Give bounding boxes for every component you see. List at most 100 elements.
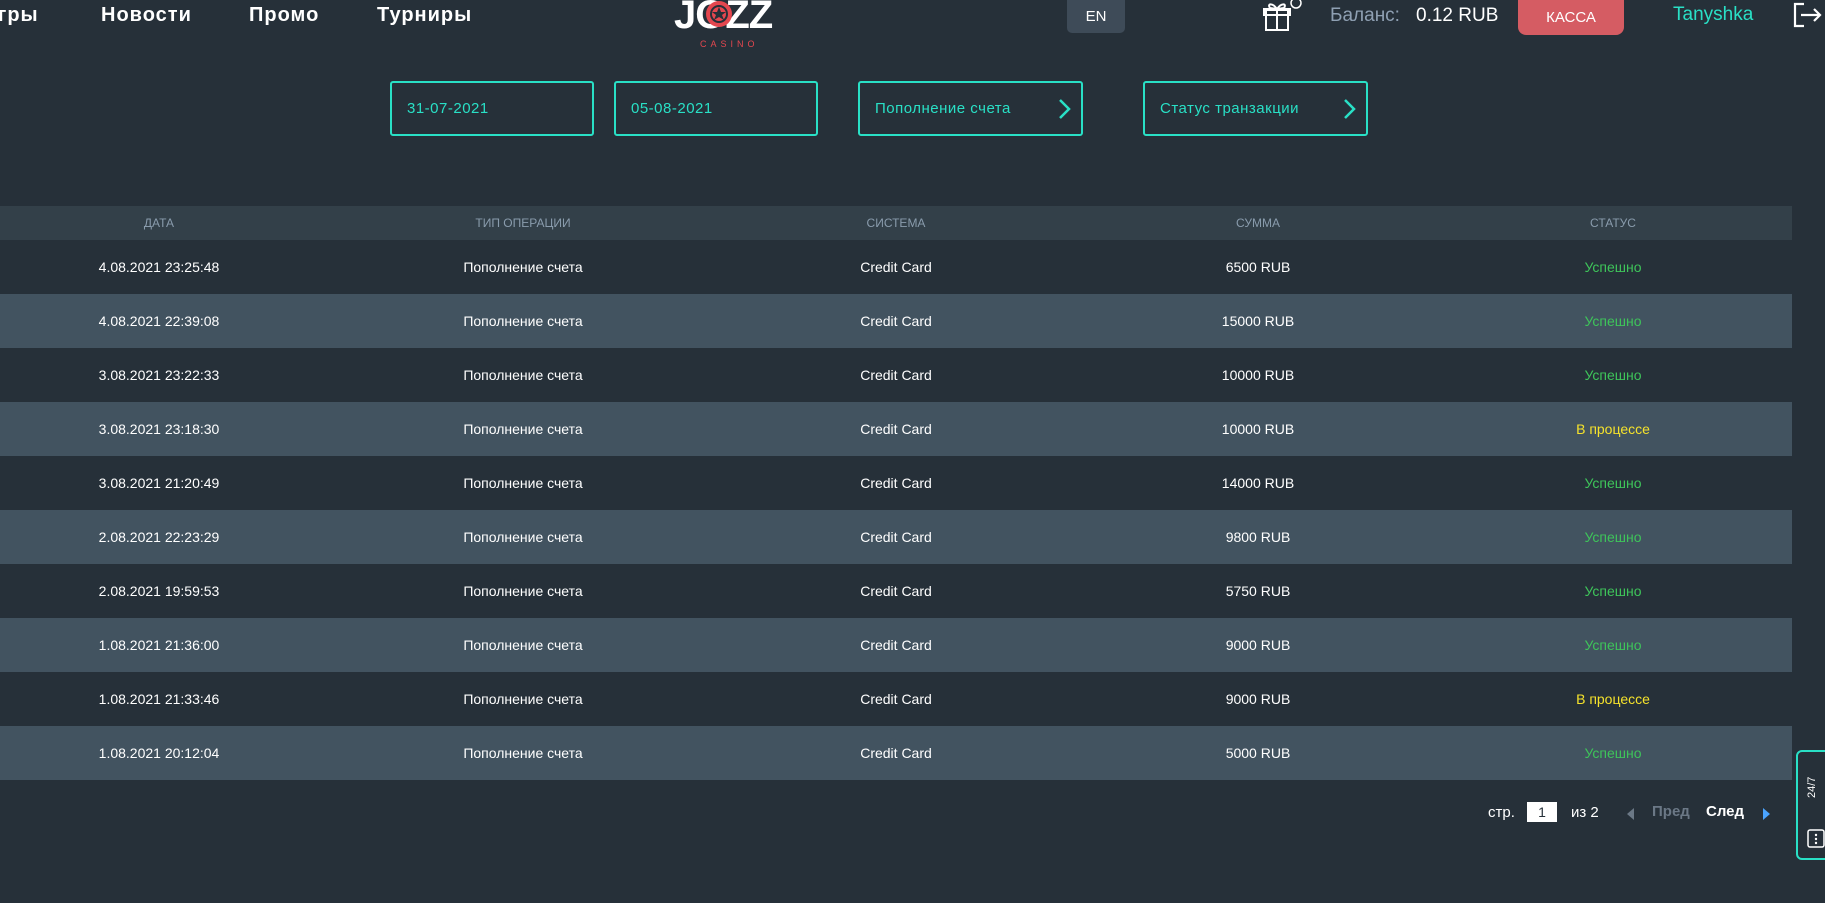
chevron-right-icon [1059, 99, 1071, 119]
table-header: ДАТА ТИП ОПЕРАЦИИ СИСТЕМА СУММА СТАТУС [0, 206, 1792, 240]
cell-status: Успешно [1584, 475, 1642, 491]
cell-date: 3.08.2021 23:22:33 [98, 367, 220, 383]
operation-type-select[interactable]: Пополнение счета [858, 81, 1083, 136]
cell-system: Credit Card [860, 583, 932, 599]
cell-type: Пополнение счета [463, 475, 583, 491]
cell-amount: 6500 RUB [1225, 259, 1291, 275]
logo-subtext: CASINO [700, 39, 759, 49]
chat-icon [1807, 829, 1825, 848]
cell-amount: 9800 RUB [1225, 529, 1291, 545]
cell-date: 3.08.2021 23:18:30 [98, 421, 220, 437]
prev-arrow-icon[interactable] [1627, 808, 1634, 820]
cell-type: Пополнение счета [463, 583, 583, 599]
column-status: СТАТУС [1590, 216, 1636, 230]
support-widget[interactable]: 24/7 [1796, 750, 1825, 860]
pagination: стр. из 2 Пред След [0, 800, 1825, 824]
cell-amount: 5000 RUB [1225, 745, 1291, 761]
column-amount: СУММА [1236, 216, 1280, 230]
page-total: из 2 [1571, 804, 1599, 821]
prev-page-button[interactable]: Пред [1652, 803, 1690, 820]
cell-system: Credit Card [860, 475, 932, 491]
nav-tournaments[interactable]: Турниры [377, 4, 472, 27]
cell-system: Credit Card [860, 421, 932, 437]
cell-date: 1.08.2021 21:36:00 [98, 637, 220, 653]
cell-status: Успешно [1584, 529, 1642, 545]
cell-type: Пополнение счета [463, 313, 583, 329]
cell-type: Пополнение счета [463, 745, 583, 761]
nav-news[interactable]: Новости [101, 4, 192, 27]
table-row: 3.08.2021 23:18:30 Пополнение счета Cred… [0, 402, 1792, 456]
cell-type: Пополнение счета [463, 367, 583, 383]
cell-amount: 14000 RUB [1221, 475, 1295, 491]
operation-type-value: Пополнение счета [875, 100, 1011, 117]
cell-status: Успешно [1584, 745, 1642, 761]
next-page-button[interactable]: След [1706, 803, 1744, 820]
table-row: 1.08.2021 20:12:04 Пополнение счета Cred… [0, 726, 1792, 780]
table-row: 4.08.2021 22:39:08 Пополнение счета Cred… [0, 294, 1792, 348]
cell-date: 4.08.2021 22:39:08 [98, 313, 220, 329]
column-type: ТИП ОПЕРАЦИИ [475, 216, 571, 230]
cell-amount: 9000 RUB [1225, 637, 1291, 653]
transactions-page: гры Новости Промо Турниры JOZZ CASINO EN… [0, 0, 1825, 903]
balance-value: 0.12 RUB [1416, 5, 1499, 26]
table-row: 3.08.2021 21:20:49 Пополнение счета Cred… [0, 456, 1792, 510]
transactions-table: ДАТА ТИП ОПЕРАЦИИ СИСТЕМА СУММА СТАТУС 4… [0, 206, 1792, 780]
cell-status: В процессе [1576, 691, 1650, 707]
cell-date: 2.08.2021 19:59:53 [98, 583, 220, 599]
cell-type: Пополнение счета [463, 421, 583, 437]
cell-type: Пополнение счета [463, 259, 583, 275]
cell-system: Credit Card [860, 745, 932, 761]
page-label: стр. [1488, 804, 1515, 821]
date-to-field[interactable]: 05-08-2021 [614, 81, 818, 136]
cell-system: Credit Card [860, 637, 932, 653]
cell-system: Credit Card [860, 529, 932, 545]
transaction-status-select[interactable]: Статус транзакции [1143, 81, 1368, 136]
cell-date: 2.08.2021 22:23:29 [98, 529, 220, 545]
cell-date: 1.08.2021 21:33:46 [98, 691, 220, 707]
nav-promo[interactable]: Промо [249, 4, 319, 27]
date-from-field[interactable]: 31-07-2021 [390, 81, 594, 136]
nav-games[interactable]: гры [0, 4, 39, 27]
chevron-right-icon [1344, 99, 1356, 119]
next-arrow-icon[interactable] [1763, 808, 1770, 820]
cell-status: Успешно [1584, 637, 1642, 653]
logout-icon[interactable] [1790, 0, 1825, 30]
support-label: 24/7 [1806, 776, 1818, 798]
logo[interactable]: JOZZ CASINO [672, 0, 798, 52]
cell-status: Успешно [1584, 259, 1642, 275]
cell-system: Credit Card [860, 691, 932, 707]
cell-type: Пополнение счета [463, 529, 583, 545]
cell-status: Успешно [1584, 313, 1642, 329]
table-row: 3.08.2021 23:22:33 Пополнение счета Cred… [0, 348, 1792, 402]
kassa-button[interactable]: КАССА [1518, 0, 1624, 35]
balance-label: Баланс: [1330, 5, 1400, 26]
table-row: 2.08.2021 22:23:29 Пополнение счета Cred… [0, 510, 1792, 564]
cell-status: Успешно [1584, 367, 1642, 383]
cell-amount: 5750 RUB [1225, 583, 1291, 599]
cell-date: 1.08.2021 20:12:04 [98, 745, 220, 761]
transaction-status-value: Статус транзакции [1160, 100, 1300, 117]
cell-type: Пополнение счета [463, 637, 583, 653]
cell-status: Успешно [1584, 583, 1642, 599]
cell-amount: 9000 RUB [1225, 691, 1291, 707]
header: гры Новости Промо Турниры JOZZ CASINO EN… [0, 0, 1825, 49]
date-from-value: 31-07-2021 [407, 100, 489, 117]
table-row: 1.08.2021 21:36:00 Пополнение счета Cred… [0, 618, 1792, 672]
cell-amount: 10000 RUB [1221, 421, 1295, 437]
column-date: ДАТА [143, 216, 175, 230]
cell-date: 4.08.2021 23:25:48 [98, 259, 220, 275]
table-row: 2.08.2021 19:59:53 Пополнение счета Cred… [0, 564, 1792, 618]
table-body: 4.08.2021 23:25:48 Пополнение счета Cred… [0, 240, 1792, 780]
cell-status: В процессе [1576, 421, 1650, 437]
username-link[interactable]: Tanyshka [1673, 4, 1753, 26]
cell-system: Credit Card [860, 367, 932, 383]
cell-amount: 15000 RUB [1221, 313, 1295, 329]
language-button[interactable]: EN [1067, 0, 1125, 33]
page-number-input[interactable] [1527, 802, 1557, 822]
gift-icon[interactable] [1262, 0, 1302, 32]
cell-type: Пополнение счета [463, 691, 583, 707]
table-row: 1.08.2021 21:33:46 Пополнение счета Cred… [0, 672, 1792, 726]
column-system: СИСТЕМА [866, 216, 926, 230]
cell-amount: 10000 RUB [1221, 367, 1295, 383]
table-row: 4.08.2021 23:25:48 Пополнение счета Cred… [0, 240, 1792, 294]
